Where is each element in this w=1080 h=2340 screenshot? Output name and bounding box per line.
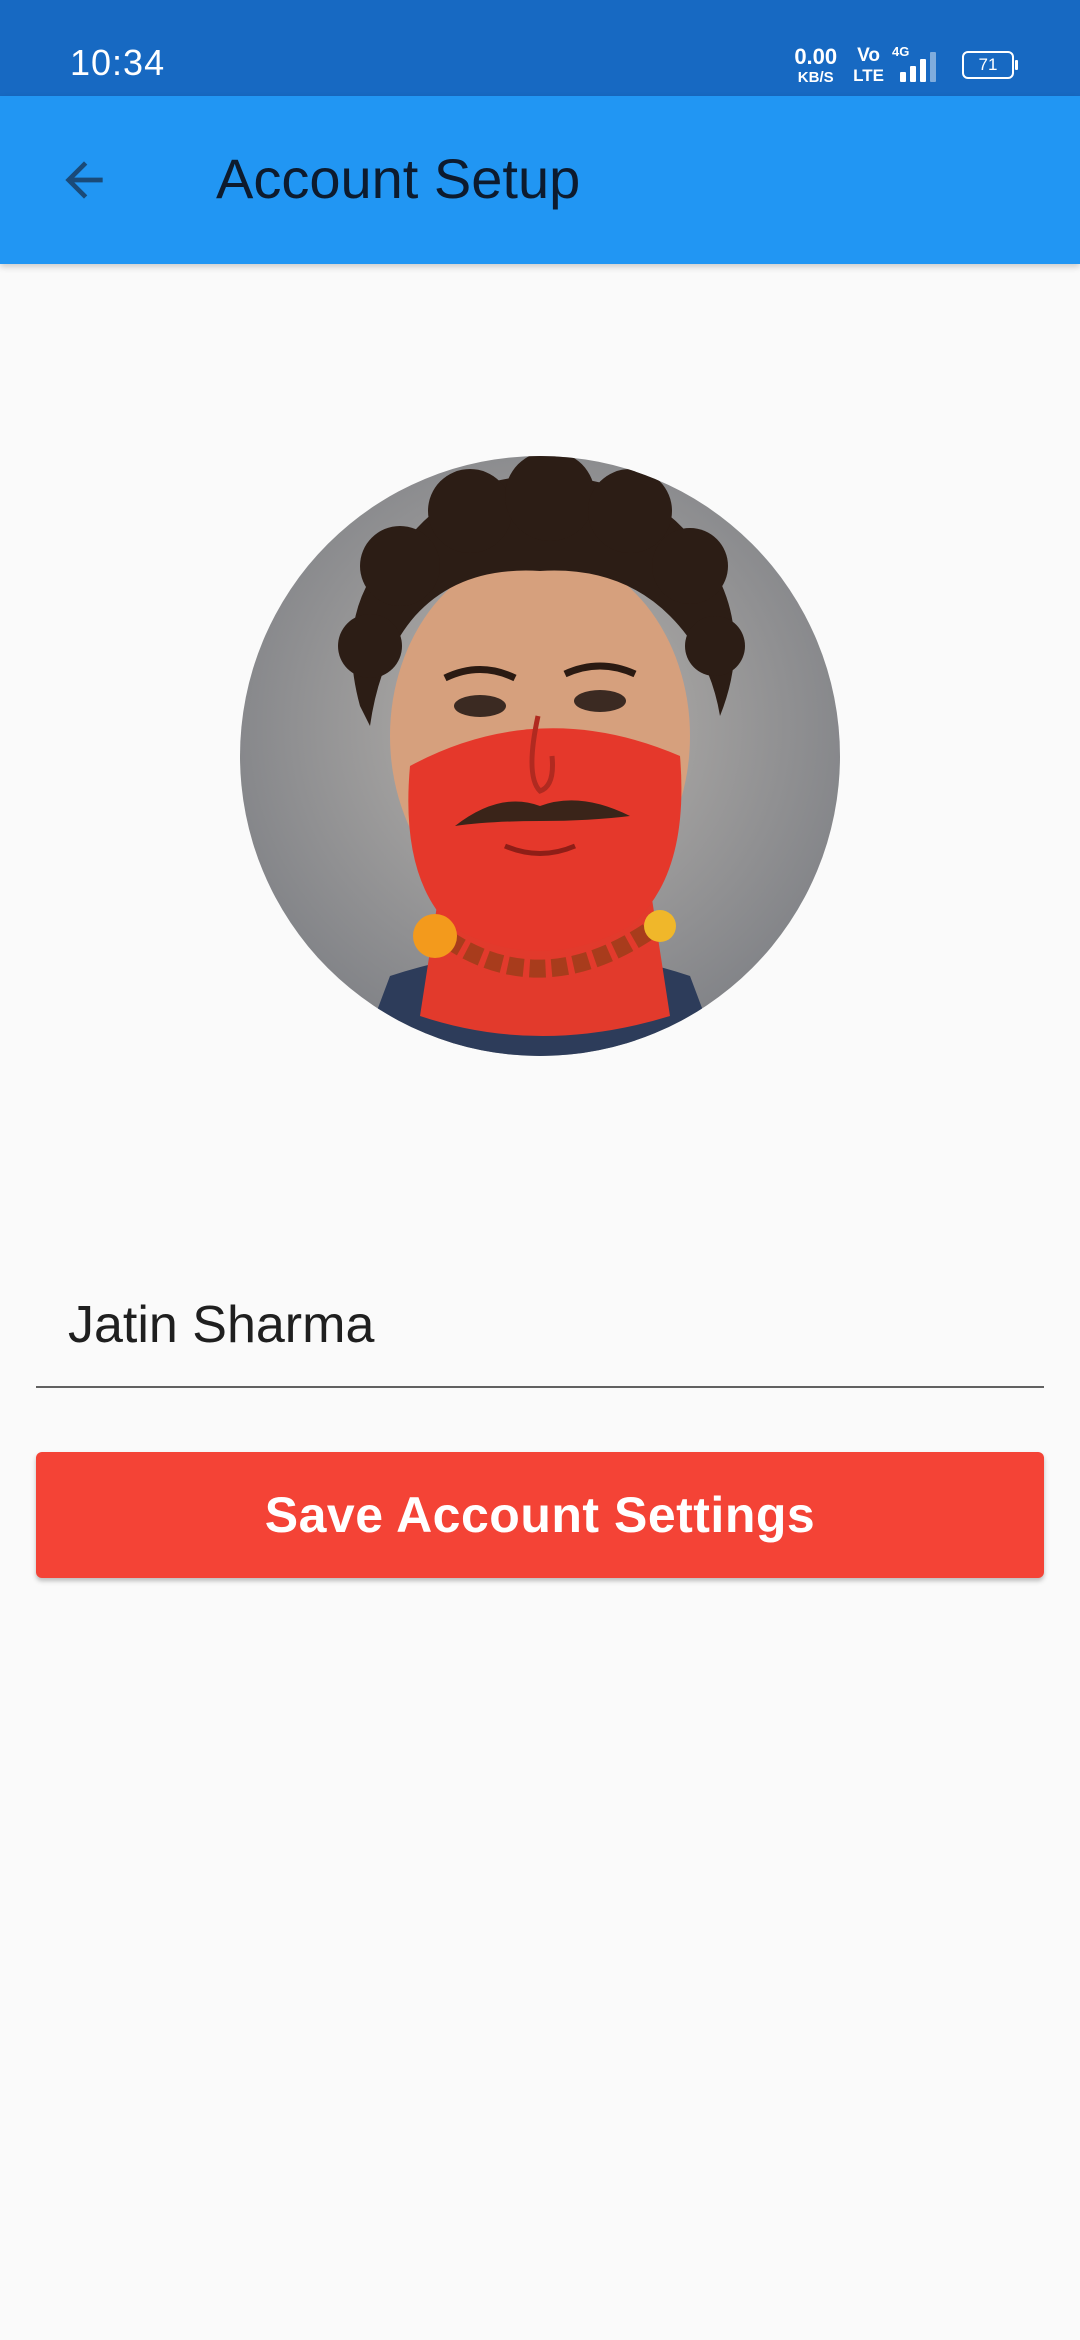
page-title: Account Setup	[216, 147, 581, 210]
save-button-label: Save Account Settings	[264, 1487, 816, 1543]
account-setup-screen: 10:34 0.00 KB/S Vo LTE 4G 71 Account Set…	[0, 0, 1080, 2340]
signal-bar	[930, 52, 936, 82]
network-speed-unit: KB/S	[797, 68, 834, 86]
battery-level: 71	[978, 55, 998, 74]
back-button[interactable]	[36, 132, 132, 228]
status-time: 10:34	[70, 42, 166, 83]
app-bar: Account Setup	[0, 96, 1080, 264]
status-indicators: 0.00 KB/S Vo LTE 4G 71	[794, 40, 1018, 90]
signal-bar	[910, 66, 916, 82]
avatar[interactable]	[240, 456, 840, 1056]
status-bar: 10:34 0.00 KB/S Vo LTE 4G 71	[0, 0, 1080, 96]
volte-top: Vo	[857, 45, 880, 66]
name-field[interactable]	[36, 1270, 1044, 1388]
save-account-settings-button[interactable]: Save Account Settings	[36, 1452, 1044, 1578]
volte-bottom: LTE	[853, 66, 884, 85]
battery-icon: 71	[962, 51, 1018, 79]
name-input[interactable]	[68, 1290, 1028, 1360]
signal-bar	[920, 59, 926, 82]
signal-bar	[900, 72, 906, 82]
profile-photo	[240, 456, 840, 1056]
signal-icon: 4G	[892, 44, 936, 82]
network-speed-value: 0.00	[794, 43, 838, 69]
volte-indicator: Vo LTE	[853, 46, 884, 84]
arrow-back-icon	[65, 161, 103, 199]
network-type: 4G	[892, 44, 910, 59]
network-speed: 0.00 KB/S	[794, 43, 838, 86]
